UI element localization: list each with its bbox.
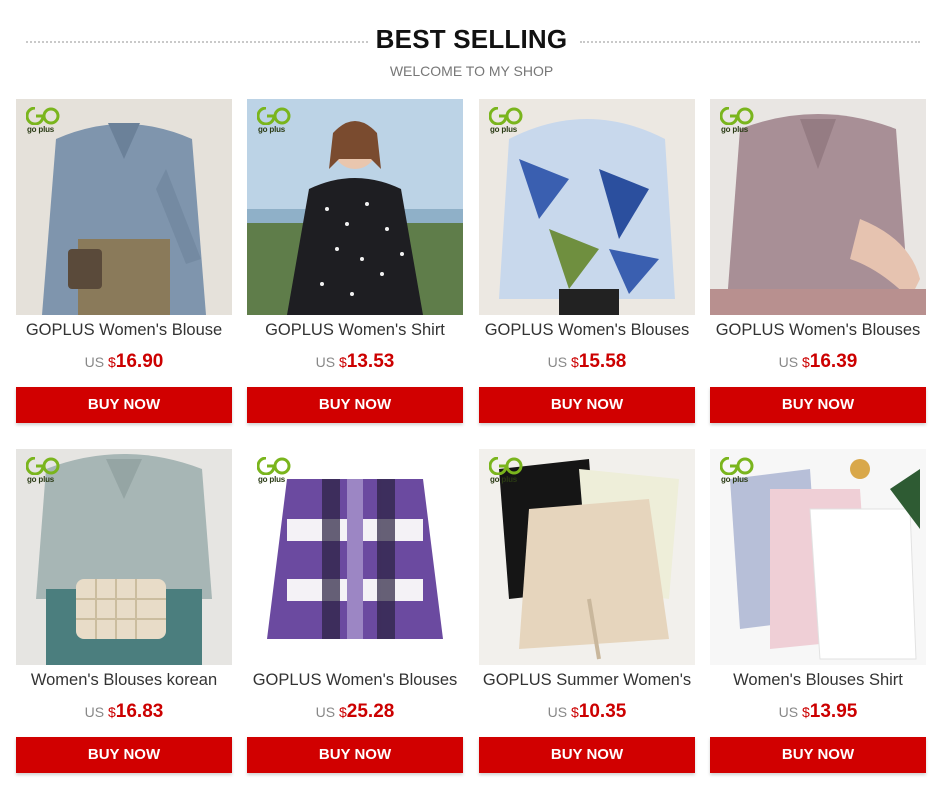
product-name[interactable]: GOPLUS Women's Blouses — [710, 321, 926, 340]
price-symbol: $ — [108, 354, 116, 370]
brand-logo-text: go plus — [490, 125, 518, 134]
price-symbol: $ — [802, 354, 810, 370]
product-price: US $13.95 — [710, 701, 926, 723]
product-name[interactable]: GOPLUS Women's Blouse — [16, 321, 232, 340]
price-amount: 16.83 — [115, 701, 164, 722]
product-price: US $16.39 — [710, 351, 926, 373]
buy-now-button[interactable]: BUY NOW — [16, 737, 232, 773]
price-symbol: $ — [339, 704, 347, 720]
price-symbol: $ — [571, 354, 579, 370]
section-subtitle: WELCOME TO MY SHOP — [389, 63, 554, 79]
brand-logo: go plus — [489, 107, 523, 135]
product-card[interactable]: go plus GOPLUS Women's Blouses US $16.39… — [710, 99, 926, 437]
product-card[interactable]: go plus Women's Blouses korean US $16.83… — [16, 449, 232, 787]
product-card[interactable]: go plus GOPLUS Women's Blouses US $25.28… — [247, 449, 463, 787]
product-image[interactable]: go plus — [247, 449, 463, 665]
price-symbol: $ — [339, 354, 347, 370]
product-price: US $10.35 — [479, 701, 695, 723]
brand-logo-text: go plus — [258, 125, 286, 134]
price-symbol: $ — [802, 704, 810, 720]
product-price: US $13.53 — [247, 351, 463, 373]
product-image[interactable]: go plus — [247, 99, 463, 315]
product-image[interactable]: go plus — [479, 449, 695, 665]
product-card[interactable]: go plus GOPLUS Women's Blouses US $15.58… — [479, 99, 695, 437]
brand-logo-text: go plus — [721, 125, 749, 134]
brand-logo: go plus — [26, 107, 60, 135]
brand-logo: go plus — [26, 457, 60, 485]
price-currency: US — [547, 354, 571, 370]
product-name[interactable]: Women's Blouses korean — [16, 671, 232, 690]
product-image[interactable]: go plus — [16, 99, 232, 315]
brand-logo: go plus — [257, 107, 291, 135]
price-amount: 10.35 — [578, 701, 627, 722]
price-symbol: $ — [571, 704, 579, 720]
brand-logo-text: go plus — [27, 125, 55, 134]
price-amount: 16.39 — [809, 351, 858, 372]
product-price: US $25.28 — [247, 701, 463, 723]
section-header: BEST SELLING WELCOME TO MY SHOP — [0, 0, 943, 90]
price-currency: US — [778, 354, 802, 370]
price-currency: US — [547, 704, 571, 720]
brand-logo: go plus — [720, 107, 754, 135]
price-amount: 13.95 — [809, 701, 858, 722]
product-image[interactable]: go plus — [479, 99, 695, 315]
price-currency: US — [778, 704, 802, 720]
product-price: US $16.83 — [16, 701, 232, 723]
product-card[interactable]: go plus GOPLUS Women's Shirt US $13.53 B… — [247, 99, 463, 437]
product-name[interactable]: GOPLUS Summer Women's — [479, 671, 695, 690]
price-amount: 25.28 — [346, 701, 395, 722]
brand-logo-text: go plus — [27, 475, 55, 484]
price-symbol: $ — [108, 704, 116, 720]
brand-logo: go plus — [257, 457, 291, 485]
product-name[interactable]: Women's Blouses Shirt — [710, 671, 926, 690]
product-price: US $15.58 — [479, 351, 695, 373]
product-image[interactable]: go plus — [710, 449, 926, 665]
buy-now-button[interactable]: BUY NOW — [710, 387, 926, 423]
product-name[interactable]: GOPLUS Women's Shirt — [247, 321, 463, 340]
product-name[interactable]: GOPLUS Women's Blouses — [479, 321, 695, 340]
product-image[interactable]: go plus — [16, 449, 232, 665]
buy-now-button[interactable]: BUY NOW — [247, 387, 463, 423]
header-divider-right — [580, 41, 920, 43]
price-amount: 16.90 — [115, 351, 164, 372]
buy-now-button[interactable]: BUY NOW — [16, 387, 232, 423]
price-amount: 15.58 — [578, 351, 627, 372]
product-card[interactable]: go plus Women's Blouses Shirt US $13.95 … — [710, 449, 926, 787]
price-currency: US — [315, 354, 339, 370]
brand-logo: go plus — [720, 457, 754, 485]
price-amount: 13.53 — [346, 351, 395, 372]
price-currency: US — [315, 704, 339, 720]
brand-logo-text: go plus — [258, 475, 286, 484]
buy-now-button[interactable]: BUY NOW — [479, 737, 695, 773]
product-price: US $16.90 — [16, 351, 232, 373]
brand-logo-text: go plus — [721, 475, 749, 484]
product-card[interactable]: go plus GOPLUS Summer Women's US $10.35 … — [479, 449, 695, 787]
section-title: BEST SELLING — [375, 24, 568, 54]
product-name[interactable]: GOPLUS Women's Blouses — [247, 671, 463, 690]
price-currency: US — [84, 704, 108, 720]
buy-now-button[interactable]: BUY NOW — [479, 387, 695, 423]
price-currency: US — [84, 354, 108, 370]
brand-logo: go plus — [489, 457, 523, 485]
product-card[interactable]: go plus GOPLUS Women's Blouse US $16.90 … — [16, 99, 232, 437]
brand-logo-text: go plus — [490, 475, 518, 484]
product-image[interactable]: go plus — [710, 99, 926, 315]
buy-now-button[interactable]: BUY NOW — [710, 737, 926, 773]
buy-now-button[interactable]: BUY NOW — [247, 737, 463, 773]
